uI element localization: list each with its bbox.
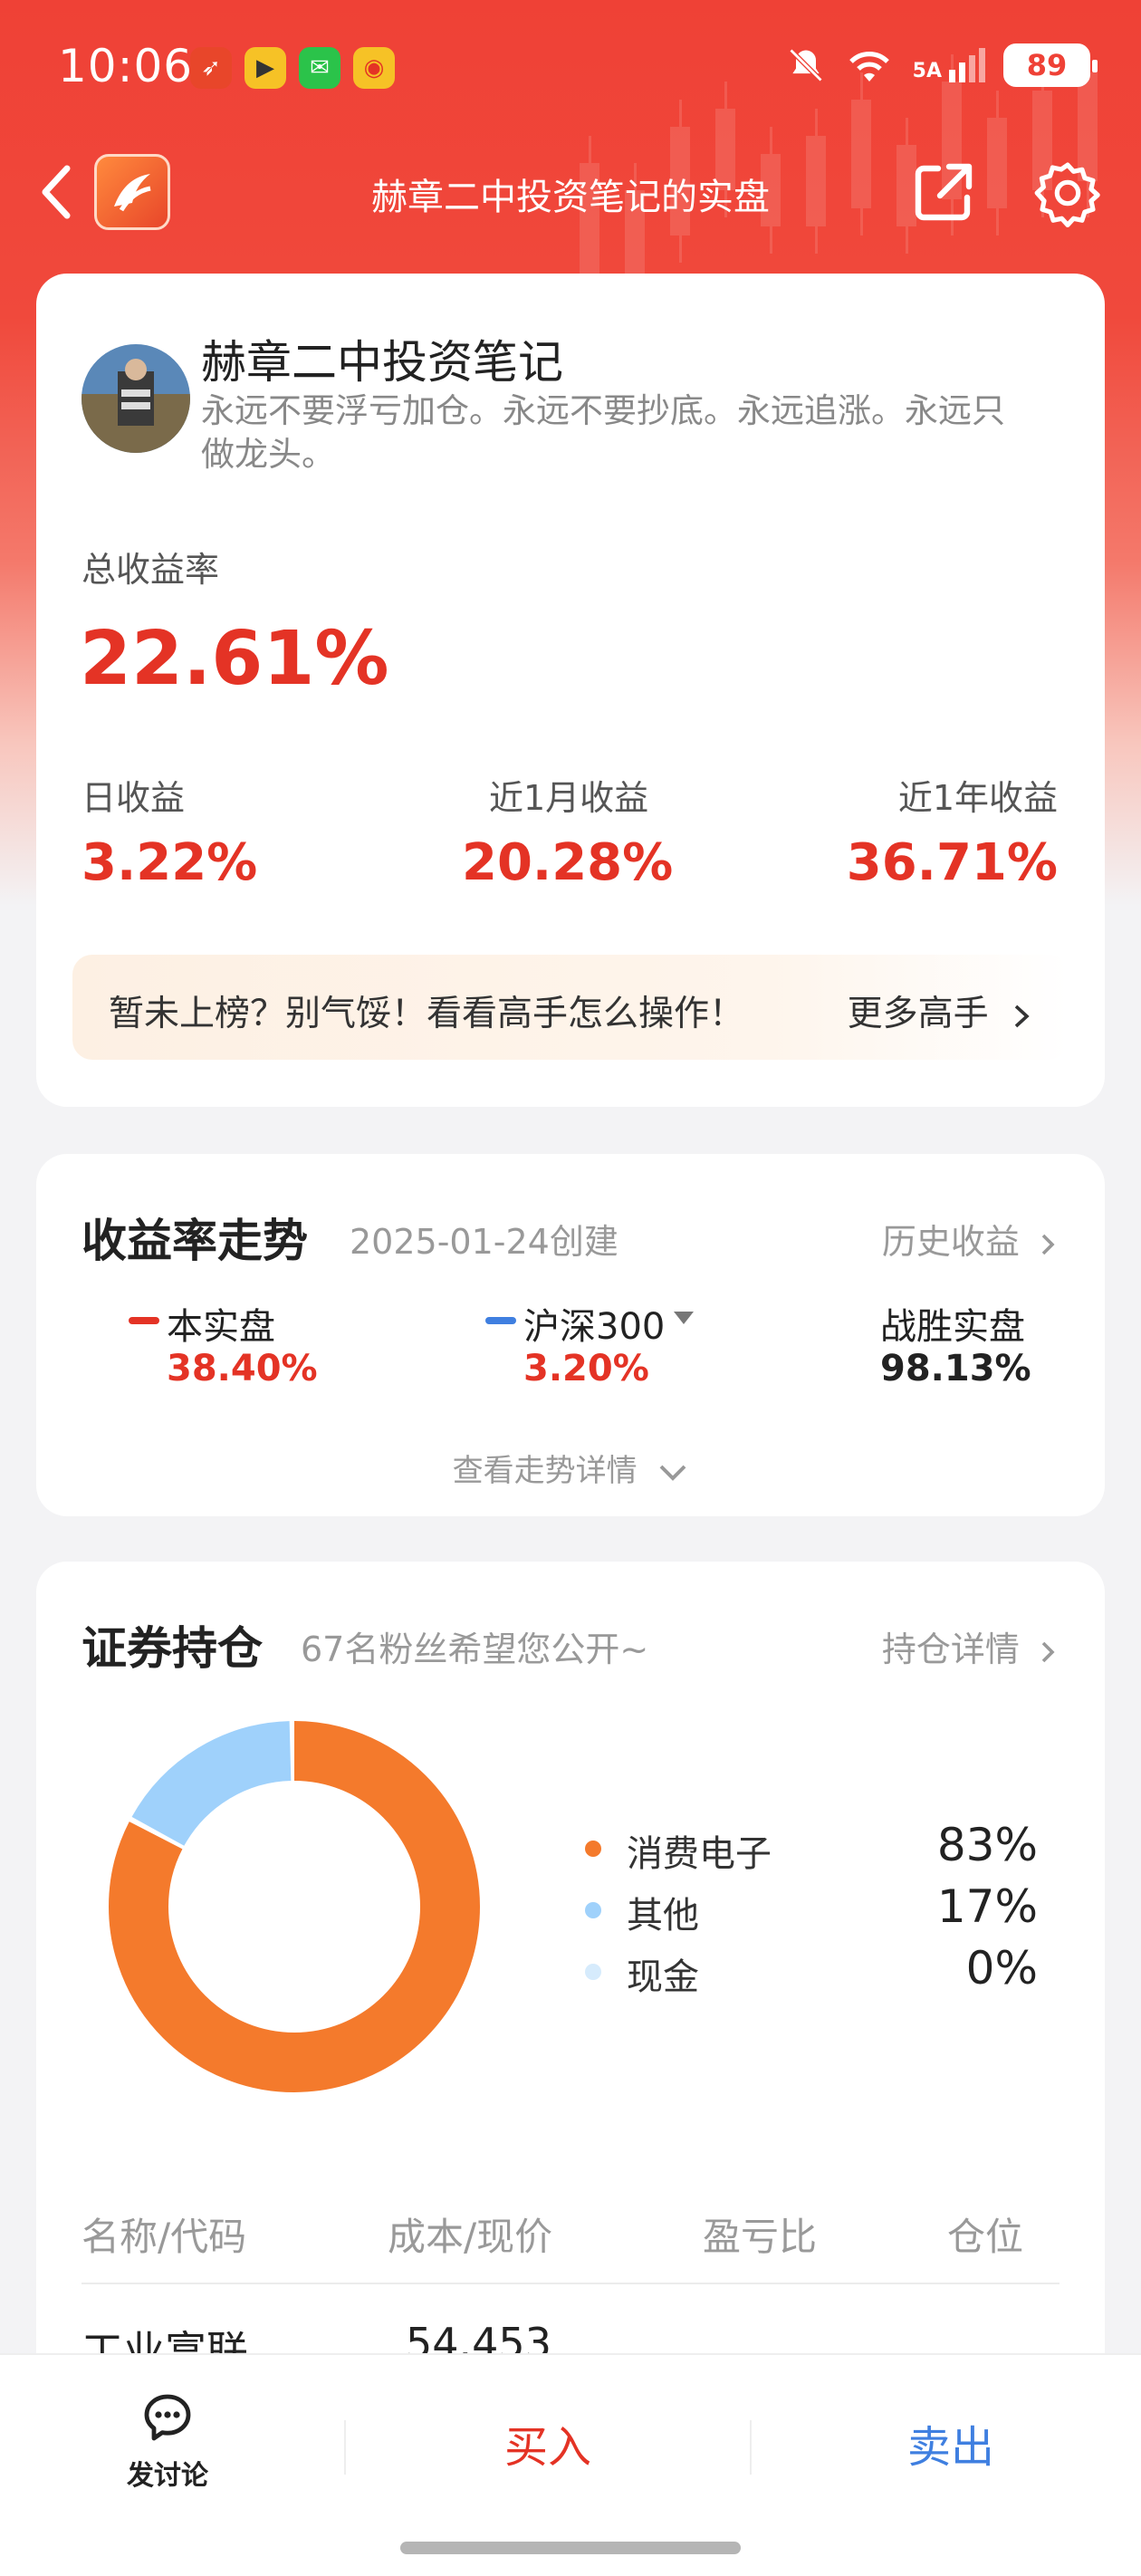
holdings-detail-link[interactable]: 持仓详情 xyxy=(882,1621,1058,1671)
total-return-label: 总收益率 xyxy=(82,550,220,590)
allocation-dot xyxy=(585,1964,601,1980)
legend-blue-swatch xyxy=(485,1317,516,1324)
banner-text: 暂未上榜？别气馁！看看高手怎么操作！ xyxy=(109,994,745,1034)
allocation-name: 消费电子 xyxy=(627,1833,772,1875)
profile-name: 赫章二中投资笔记 xyxy=(201,336,563,389)
total-return-value: 22.61% xyxy=(80,616,389,702)
battery-indicator: 89 xyxy=(1003,43,1098,87)
column-header-position: 仓位 xyxy=(946,2215,1023,2259)
share-icon[interactable] xyxy=(909,158,978,226)
allocation-name: 其他 xyxy=(627,1895,699,1937)
trend-created-date: 2025-01-24创建 xyxy=(350,1222,618,1262)
trend-detail-label: 查看走势详情 xyxy=(452,1453,638,1489)
status-right: 5A 89 xyxy=(786,43,1098,87)
legend-beat-name: 战胜实盘 xyxy=(880,1306,1025,1348)
daily-return-value: 3.22% xyxy=(82,833,258,892)
legend-csi300-name: 沪深300 xyxy=(523,1306,666,1348)
chat-bubble-icon xyxy=(144,2394,191,2441)
battery-level: 89 xyxy=(1026,48,1068,82)
column-header-name: 名称/代码 xyxy=(82,2215,247,2259)
year-return-value: 36.71% xyxy=(846,833,1058,892)
legend-beat-value: 98.13% xyxy=(880,1348,1031,1389)
allocation-row: 其他 17% xyxy=(585,1880,1038,1944)
buy-button[interactable]: 买入 xyxy=(346,2411,750,2475)
allocation-row: 消费电子 83% xyxy=(585,1819,1038,1882)
more-experts-link[interactable]: 更多高手 xyxy=(848,985,1032,1036)
year-return-label: 近1年收益 xyxy=(897,778,1058,818)
allocation-name: 现金 xyxy=(627,1956,699,1998)
allocation-percent: 0% xyxy=(965,1942,1038,1994)
more-experts-label: 更多高手 xyxy=(847,994,989,1034)
legend-own-name: 本实盘 xyxy=(167,1306,275,1348)
chevron-right-icon xyxy=(1041,1641,1055,1662)
discuss-button[interactable]: 发讨论 xyxy=(118,2391,217,2493)
status-app-icons: ➶ ▶ ✉ ◉ xyxy=(190,47,395,89)
month-return-label: 近1月收益 xyxy=(489,778,649,818)
trend-detail-link[interactable]: 查看走势详情 xyxy=(0,1446,1141,1490)
allocation-dot xyxy=(585,1902,601,1918)
history-returns-label: 历史收益 xyxy=(881,1222,1020,1262)
chevron-right-icon xyxy=(1014,1004,1030,1027)
wechat-icon: ✉ xyxy=(299,47,340,89)
allocation-donut-chart xyxy=(109,1721,480,2092)
holdings-subtitle: 67名粉丝希望您公开~ xyxy=(301,1629,649,1669)
signal-icon: 5A xyxy=(913,48,985,82)
allocation-row: 现金 0% xyxy=(585,1942,1038,2005)
column-header-pnl: 盈亏比 xyxy=(703,2215,818,2259)
legend-own-value: 38.40% xyxy=(167,1348,318,1389)
allocation-percent: 17% xyxy=(936,1880,1038,1933)
avatar-image xyxy=(82,344,190,453)
home-indicator[interactable] xyxy=(400,2542,741,2554)
discuss-label: 发讨论 xyxy=(127,2460,208,2492)
month-return-value: 20.28% xyxy=(462,833,674,892)
avatar[interactable] xyxy=(82,344,190,453)
dropdown-triangle-icon xyxy=(674,1312,694,1324)
legend-csi300-value: 3.20% xyxy=(523,1348,649,1389)
app-notification-icon: ➶ xyxy=(190,47,232,89)
trend-title: 收益率走势 xyxy=(82,1215,308,1267)
column-header-cost: 成本/现价 xyxy=(388,2215,553,2259)
table-divider xyxy=(82,2283,1060,2284)
chevron-right-icon xyxy=(1041,1234,1055,1254)
video-app-icon: ▶ xyxy=(244,47,286,89)
allocation-legend: 消费电子 83% 其他 17% 现金 0% xyxy=(585,1819,1038,2005)
holdings-detail-label: 持仓详情 xyxy=(881,1629,1020,1669)
daily-return-label: 日收益 xyxy=(82,778,186,818)
wifi-icon xyxy=(849,52,889,82)
history-returns-link[interactable]: 历史收益 xyxy=(882,1214,1058,1264)
leaderboard-banner[interactable]: 暂未上榜？别气馁！看看高手怎么操作！ 更多高手 xyxy=(72,955,1069,1060)
profile-bio: 永远不要浮亏加仓。永远不要抄底。永远追涨。永远只做龙头。 xyxy=(201,391,1005,474)
network-type: 5A xyxy=(912,60,942,82)
mute-bell-icon xyxy=(789,48,823,82)
allocation-dot xyxy=(585,1841,601,1857)
settings-gear-icon[interactable] xyxy=(1032,158,1103,228)
legend-red-swatch xyxy=(129,1317,159,1324)
sell-button[interactable]: 卖出 xyxy=(752,2411,1141,2475)
status-time: 10:06 xyxy=(58,40,194,92)
holdings-title: 证券持仓 xyxy=(82,1622,263,1675)
chevron-down-icon xyxy=(659,1465,686,1481)
allocation-percent: 83% xyxy=(936,1819,1038,1871)
weibo-icon: ◉ xyxy=(353,47,395,89)
